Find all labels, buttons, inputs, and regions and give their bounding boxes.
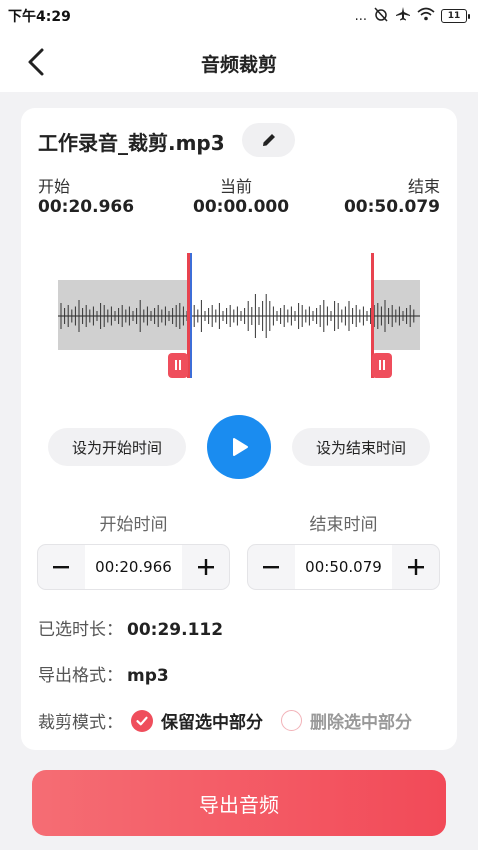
current-label: 当前	[220, 177, 253, 196]
radio-checked-icon	[131, 709, 153, 732]
end-increment-button[interactable]	[393, 545, 439, 589]
waveform[interactable]	[21, 238, 457, 388]
unselected-region-right	[373, 280, 420, 350]
start-time-stepper	[37, 544, 230, 590]
trim-card: 工作录音_裁剪.mp3 开始 当前 结束 00:20.966 00:00.000…	[21, 108, 457, 750]
end-label: 结束	[407, 177, 440, 196]
status-time: 下午4:29	[8, 9, 71, 25]
airplane-icon	[395, 6, 411, 26]
wifi-icon	[417, 7, 435, 25]
end-time-input[interactable]	[295, 545, 392, 589]
selected-duration-value: 00:29.112	[127, 620, 224, 640]
keep-selected-option[interactable]: 保留选中部分	[131, 708, 263, 733]
minus-icon	[263, 566, 279, 569]
start-label: 开始	[38, 177, 71, 196]
status-icons: ... 11	[355, 6, 470, 26]
battery-icon: 11	[441, 9, 470, 23]
start-value: 00:20.966	[38, 197, 135, 217]
keep-selected-label: 保留选中部分	[161, 713, 263, 733]
page-title: 音频裁剪	[200, 54, 277, 76]
file-name: 工作录音_裁剪.mp3	[38, 131, 225, 155]
plus-icon	[198, 559, 214, 575]
start-increment-button[interactable]	[183, 545, 229, 589]
current-value: 00:00.000	[193, 197, 290, 217]
battery-level: 11	[441, 9, 467, 23]
edit-name-button[interactable]	[242, 123, 295, 157]
delete-selected-label: 删除选中部分	[310, 713, 412, 733]
plus-icon	[408, 559, 424, 575]
set-end-button[interactable]: 设为结束时间	[292, 428, 430, 466]
minus-icon	[53, 566, 69, 569]
end-value: 00:50.079	[343, 197, 440, 217]
delete-selected-option[interactable]: 删除选中部分	[271, 708, 412, 733]
selected-duration-label: 已选时长：	[38, 620, 123, 640]
start-handle[interactable]	[168, 353, 188, 378]
crop-mode-row: 裁剪模式： 保留选中部分 删除选中部分	[38, 708, 412, 733]
play-icon	[233, 438, 248, 456]
start-time-label: 开始时间	[99, 515, 168, 535]
play-button[interactable]	[207, 415, 271, 479]
end-decrement-button[interactable]	[248, 545, 294, 589]
start-time-input[interactable]	[85, 545, 182, 589]
status-bar: 下午4:29 ... 11	[0, 0, 478, 32]
alarm-off-icon	[373, 6, 389, 26]
crop-mode-label: 裁剪模式：	[38, 713, 123, 733]
pencil-icon	[262, 134, 275, 146]
nav-bar: 音频裁剪	[0, 32, 478, 92]
start-decrement-button[interactable]	[38, 545, 84, 589]
export-format-row: 导出格式： mp3	[38, 661, 169, 686]
export-format-label: 导出格式：	[38, 666, 123, 686]
export-audio-button[interactable]: 导出音频	[32, 770, 446, 836]
set-start-button[interactable]: 设为开始时间	[48, 428, 186, 466]
end-time-stepper	[247, 544, 440, 590]
end-time-label: 结束时间	[309, 515, 378, 535]
more-dots-icon: ...	[354, 8, 367, 24]
export-format-value: mp3	[127, 666, 169, 686]
radio-unchecked-icon	[281, 710, 302, 731]
playhead-line	[190, 253, 192, 378]
end-handle[interactable]	[372, 353, 392, 378]
selected-duration-row: 已选时长： 00:29.112	[38, 615, 223, 640]
